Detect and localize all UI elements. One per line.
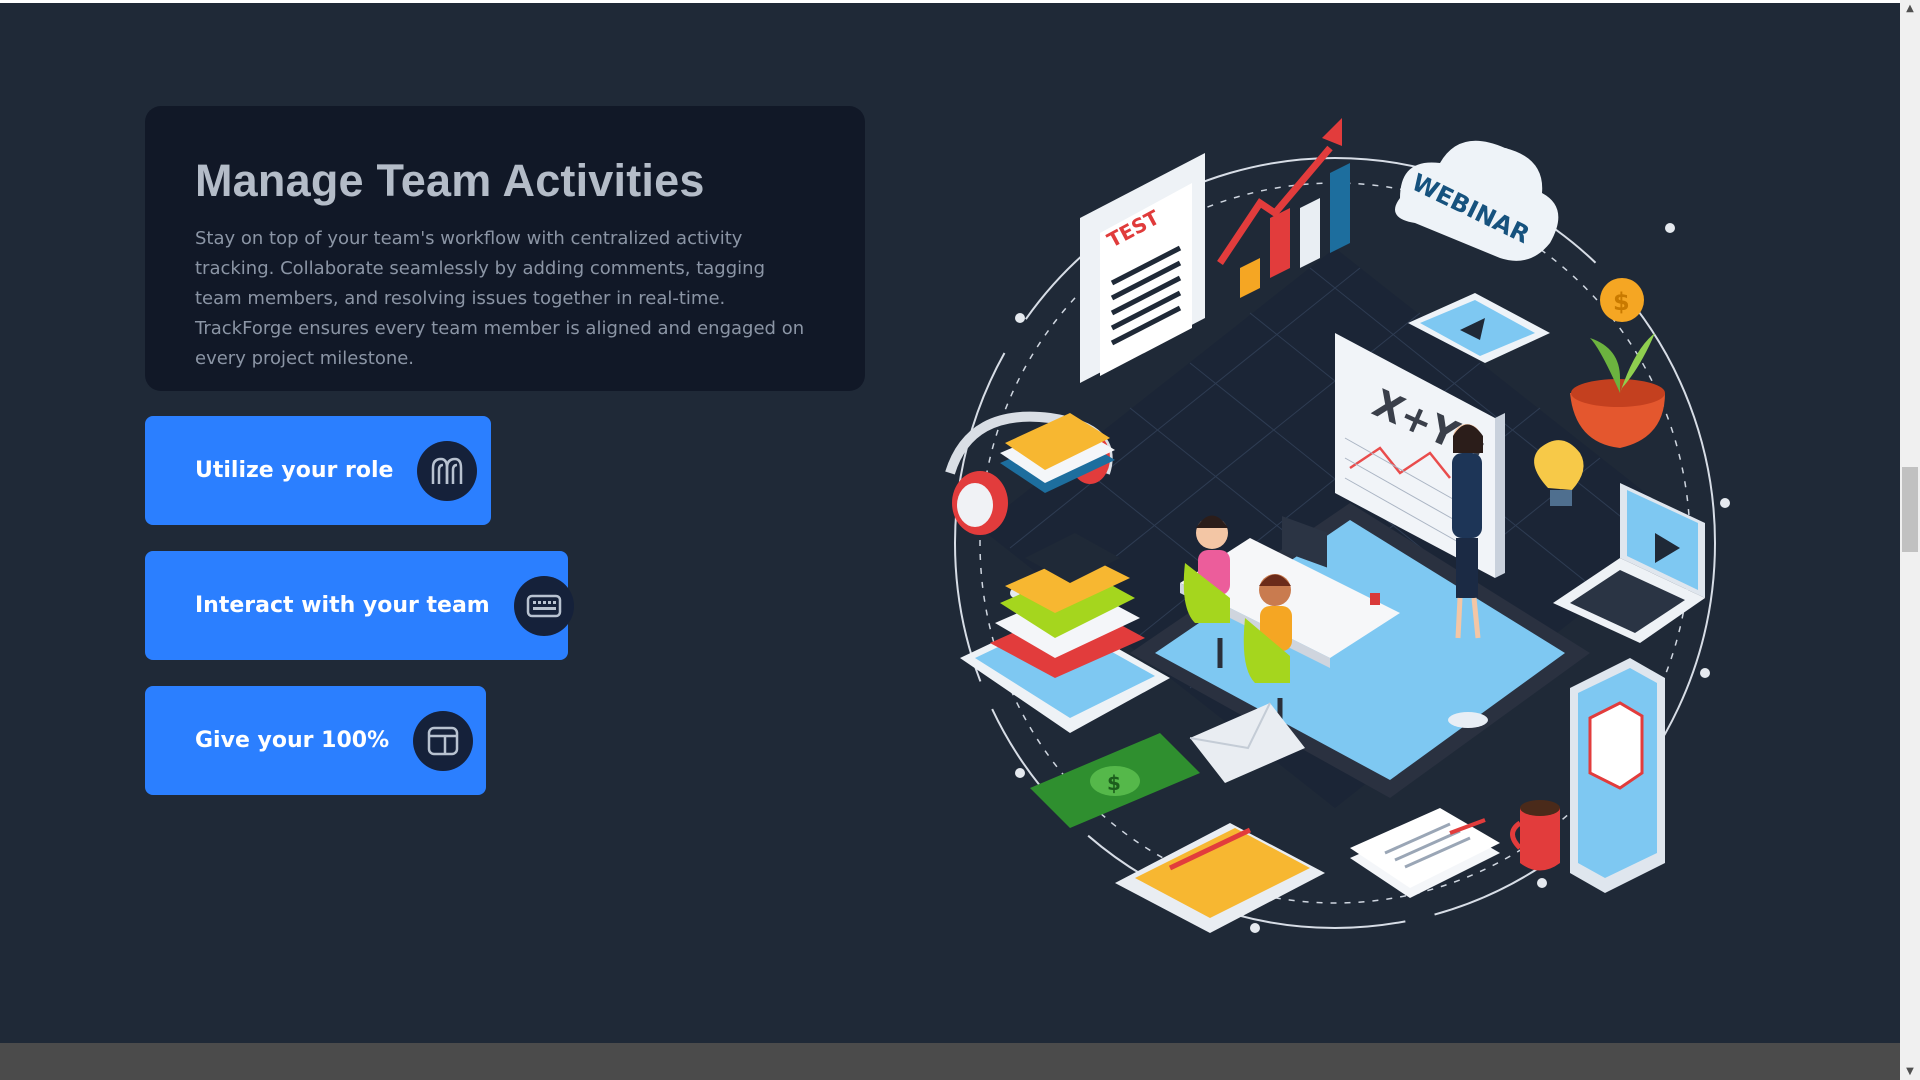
give-100-button[interactable]: Give your 100%: [145, 686, 486, 795]
interact-team-label: Interact with your team: [195, 593, 490, 618]
keyboard-icon: [513, 575, 574, 636]
arches-icon: [417, 440, 478, 501]
scroll-up-arrow-icon[interactable]: ▲: [1900, 0, 1920, 17]
svg-text:$: $: [1613, 288, 1630, 316]
utilize-role-label: Utilize your role: [195, 458, 394, 483]
give-100-label: Give your 100%: [195, 728, 390, 753]
utilize-role-button[interactable]: Utilize your role: [145, 416, 491, 525]
team-illustration: X+Y= TEST WEBINAR $ $: [930, 108, 1740, 958]
interact-team-button[interactable]: Interact with your team: [145, 551, 574, 660]
layout-icon: [413, 710, 474, 771]
scroll-down-arrow-icon[interactable]: ▼: [1900, 1063, 1920, 1080]
feature-card: Manage Team Activities Stay on top of yo…: [145, 106, 865, 391]
footer-bar: [0, 1043, 1900, 1080]
page-scrollbar[interactable]: ▲ ▼: [1900, 0, 1920, 1080]
section-description: Stay on top of your team's workflow with…: [195, 227, 805, 369]
page-section: Manage Team Activities Stay on top of yo…: [0, 3, 1900, 1043]
svg-text:$: $: [1107, 771, 1121, 795]
scrollbar-thumb[interactable]: [1902, 467, 1918, 552]
section-title: Manage Team Activities: [195, 155, 705, 206]
